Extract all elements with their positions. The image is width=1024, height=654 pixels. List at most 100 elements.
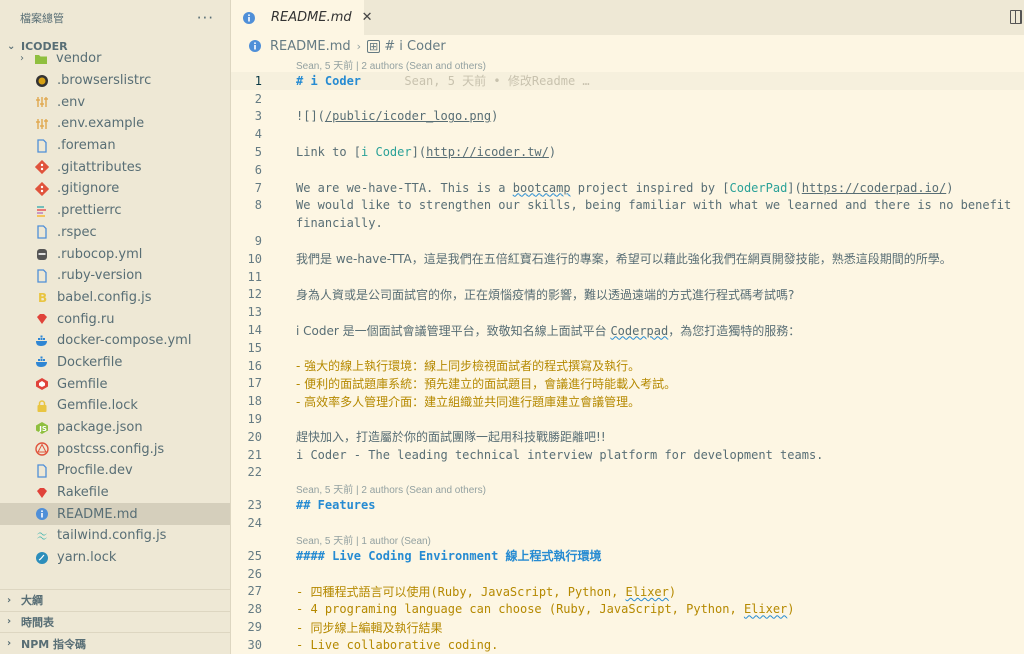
panel-header[interactable]: › 大綱 xyxy=(0,588,230,611)
code-line[interactable]: 29 - 同步線上編輯及執行結果 xyxy=(231,618,1024,636)
file-item[interactable]: .foreman xyxy=(0,135,230,157)
code-editor[interactable]: Sean, 5 天前 | 2 authors (Sean and others)… xyxy=(231,57,1024,654)
line-number: 20 xyxy=(247,429,262,444)
breadcrumb-file[interactable]: README.md xyxy=(270,39,351,54)
sidebar-panels: › 大綱 › 時間表 › NPM 指令碼 xyxy=(0,588,230,654)
line-number: 10 xyxy=(247,251,262,266)
file-item[interactable]: Rakefile xyxy=(0,482,230,504)
file-item[interactable]: .rspec xyxy=(0,222,230,244)
rubocop-icon xyxy=(35,247,49,261)
code-line[interactable]: 27 - 四種程式語言可以使用(Ruby, JavaScript, Python,… xyxy=(231,583,1024,601)
code-line[interactable]: 30 - Live collaborative coding. xyxy=(231,636,1024,654)
code-line[interactable]: 9 xyxy=(231,232,1024,250)
code-line[interactable]: 11 xyxy=(231,268,1024,286)
file-item[interactable]: README.md xyxy=(0,503,230,526)
file-item[interactable]: .prettierrc xyxy=(0,200,230,222)
file-icon xyxy=(35,225,49,239)
code-text: We would like to strengthen our skills, … xyxy=(296,198,1011,212)
folder-item[interactable]: › vendor xyxy=(0,48,230,70)
file-item[interactable]: .env xyxy=(0,91,230,113)
file-item[interactable]: Procfile.dev xyxy=(0,460,230,482)
code-line[interactable]: 22 xyxy=(231,464,1024,482)
file-item[interactable]: .env.example xyxy=(0,113,230,135)
line-number: 5 xyxy=(254,145,262,160)
code-line[interactable]: 15 xyxy=(231,339,1024,357)
panel-header[interactable]: › 時間表 xyxy=(0,610,230,633)
file-item[interactable]: config.ru xyxy=(0,308,230,330)
code-line[interactable]: 18 - 高效率多人管理介面：建立組織並共同進行題庫建立會議管理。 xyxy=(231,392,1024,410)
code-line[interactable]: 3 ![](/public/icoder_logo.png) xyxy=(231,108,1024,126)
code-line[interactable]: 19 xyxy=(231,410,1024,428)
code-line[interactable]: 28 - 4 programing language can choose (Ru… xyxy=(231,600,1024,618)
code-line[interactable]: 13 xyxy=(231,303,1024,321)
code-token: ，為您打造獨特的服務： xyxy=(668,323,801,338)
file-item[interactable]: Gemfile.lock xyxy=(0,395,230,417)
code-line[interactable]: 8 We would like to strengthen our skills,… xyxy=(231,197,1024,215)
tab-readme[interactable]: README.md ✕ xyxy=(231,0,373,35)
code-line[interactable]: 25 #### Live Coding Environment 線上程式執行環境 xyxy=(231,547,1024,565)
code-line[interactable]: 10 我們是 we-have-TTA，這是我們在五倍紅寶石進行的專案，希望可以藉此… xyxy=(231,250,1024,268)
code-line[interactable]: 7 We are we-have-TTA. This is a bootcamp … xyxy=(231,179,1024,197)
code-token: financially. xyxy=(296,216,383,231)
code-line[interactable]: 5 Link to [i Coder](http://icoder.tw/) xyxy=(231,143,1024,161)
file-item[interactable]: docker-compose.yml xyxy=(0,330,230,352)
file-label: README.md xyxy=(57,506,138,522)
code-line[interactable]: 2 xyxy=(231,90,1024,108)
file-item[interactable]: JS package.json xyxy=(0,417,230,439)
code-line[interactable]: 21 i Coder - The leading technical interv… xyxy=(231,446,1024,464)
code-line[interactable]: 4 xyxy=(231,125,1024,143)
code-line[interactable]: 26 xyxy=(231,565,1024,583)
code-line[interactable]: financially. xyxy=(231,214,1024,232)
line-number: 18 xyxy=(247,394,262,409)
file-item[interactable]: .gitattributes xyxy=(0,156,230,178)
code-token: Coderpad xyxy=(610,323,669,338)
more-actions-icon[interactable]: ··· xyxy=(197,9,214,27)
code-line[interactable]: 6 xyxy=(231,161,1024,179)
lock-icon xyxy=(35,399,49,413)
file-item[interactable]: Dockerfile xyxy=(0,352,230,374)
env-icon xyxy=(35,95,49,109)
codelens-blame[interactable]: Sean, 5 天前 | 2 authors (Sean and others) xyxy=(231,57,1024,72)
info-icon xyxy=(242,11,256,25)
close-icon[interactable]: ✕ xyxy=(362,10,373,25)
file-item[interactable]: Gemfile xyxy=(0,373,230,395)
file-label: .rspec xyxy=(57,224,97,240)
code-token: Elixer xyxy=(625,584,669,599)
file-label: Procfile.dev xyxy=(57,463,133,479)
file-label: .foreman xyxy=(57,138,116,154)
file-item[interactable]: .browserslistrc xyxy=(0,70,230,92)
split-editor-icon[interactable] xyxy=(1010,10,1022,24)
file-item[interactable]: tailwind.config.js xyxy=(0,525,230,547)
inline-blame: Sean, 5 天前 • 修改Readme … xyxy=(361,74,590,89)
code-line[interactable]: 23 ## Features xyxy=(231,496,1024,514)
file-label: docker-compose.yml xyxy=(57,333,192,349)
code-line[interactable]: 20 趕快加入，打造屬於你的面試團隊一起用科技戰勝距離吧!! xyxy=(231,428,1024,446)
file-item[interactable]: .ruby-version xyxy=(0,265,230,287)
codelens-blame[interactable]: Sean, 5 天前 | 1 author (Sean) xyxy=(231,532,1024,547)
panel-header[interactable]: › NPM 指令碼 xyxy=(0,632,230,654)
code-line[interactable]: 14 i Coder 是一個面試會議管理平台，致敬知名線上面試平台 Coderpa… xyxy=(231,321,1024,339)
file-item[interactable]: postcss.config.js xyxy=(0,438,230,460)
file-item[interactable]: Bbabel.config.js xyxy=(0,287,230,309)
breadcrumb-section[interactable]: # i Coder xyxy=(384,39,445,54)
code-token: - 同步線上編輯及執行結果 xyxy=(296,620,443,635)
code-token: ## Features xyxy=(296,498,376,513)
code-line[interactable]: 1 # i Coder Sean, 5 天前 • 修改Readme … xyxy=(231,72,1024,90)
line-number: 24 xyxy=(247,516,262,531)
file-item[interactable]: .gitignore xyxy=(0,178,230,200)
file-item[interactable]: yarn.lock xyxy=(0,547,230,569)
line-number: 2 xyxy=(254,91,262,106)
file-item[interactable]: .rubocop.yml xyxy=(0,243,230,265)
file-label: package.json xyxy=(57,420,143,436)
panel-label: 時間表 xyxy=(21,615,54,629)
code-line[interactable]: 12 身為人資或是公司面試官的你，正在煩惱疫情的影響，難以透過遠端的方式進行程式碼… xyxy=(231,286,1024,304)
env-icon xyxy=(35,117,49,131)
code-token: CoderPad xyxy=(729,180,788,195)
code-line[interactable]: 24 xyxy=(231,514,1024,532)
code-line[interactable]: 17 - 便利的面試題庫系統：預先建立的面試題目，會議進行時能載入考試。 xyxy=(231,375,1024,393)
code-token: https://coderpad.io/ xyxy=(801,180,947,195)
code-line[interactable]: 16 - 強大的線上執行環境：線上同步檢視面試者的程式撰寫及執行。 xyxy=(231,357,1024,375)
code-text: - 強大的線上執行環境：線上同步檢視面試者的程式撰寫及執行。 xyxy=(296,357,640,374)
file-label: yarn.lock xyxy=(57,550,117,566)
codelens-blame[interactable]: Sean, 5 天前 | 2 authors (Sean and others) xyxy=(231,481,1024,496)
